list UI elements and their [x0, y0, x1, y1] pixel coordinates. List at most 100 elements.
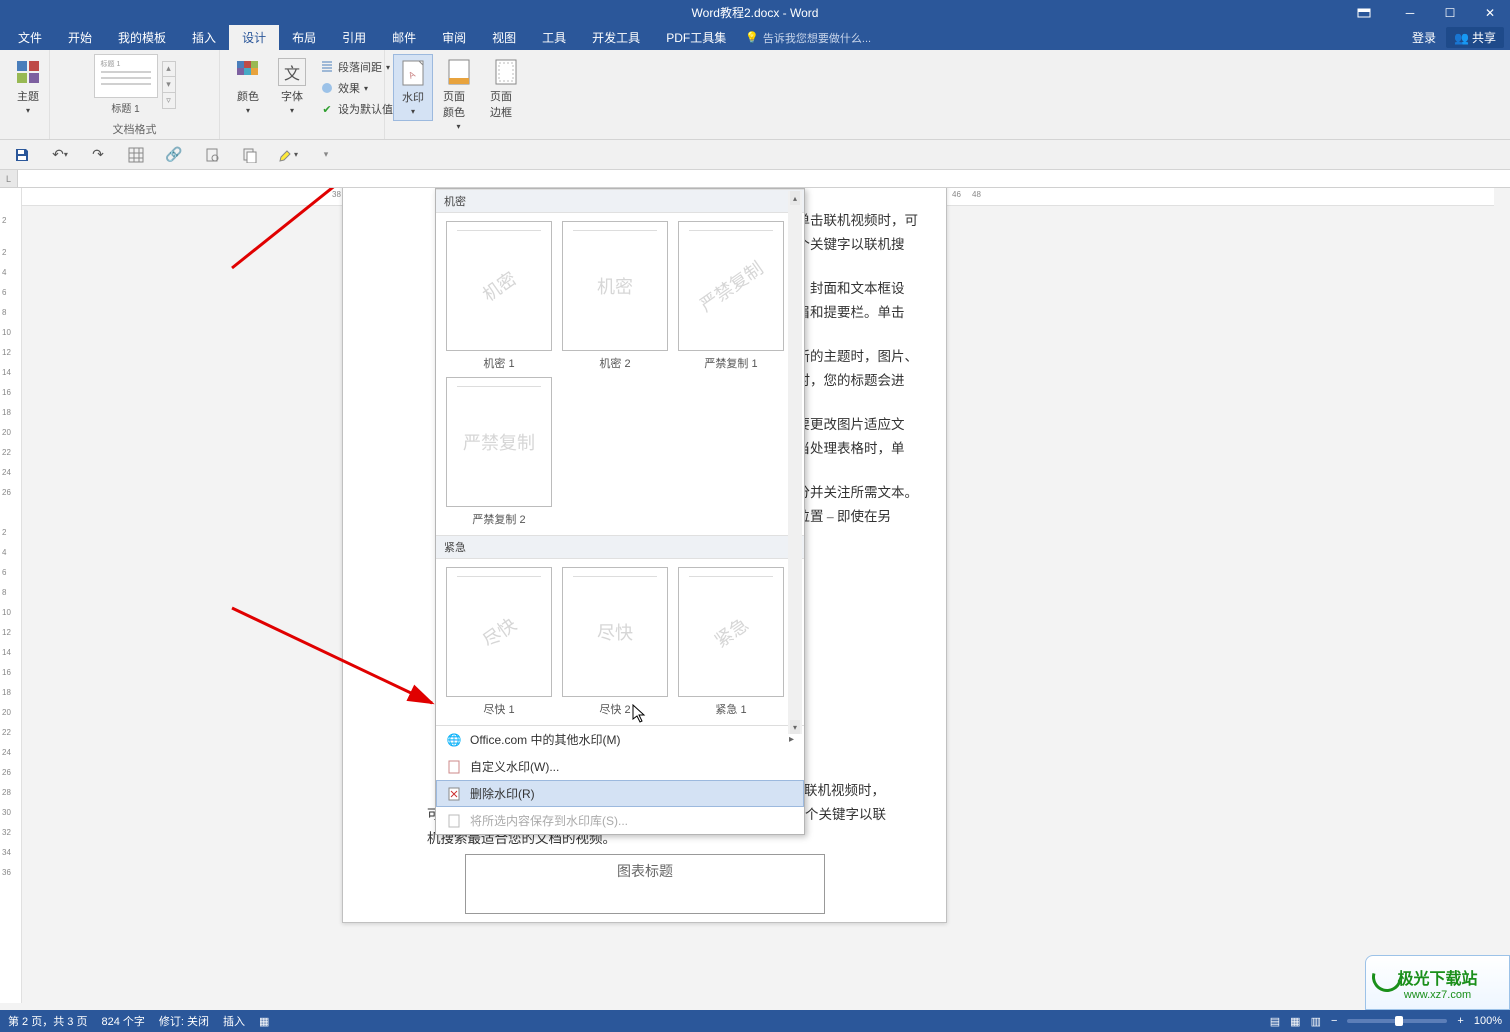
status-words[interactable]: 824 个字 [101, 1013, 144, 1029]
tab-tools[interactable]: 工具 [529, 25, 579, 50]
table-icon[interactable] [126, 145, 146, 165]
link-icon[interactable]: 🔗 [164, 145, 184, 165]
tab-design[interactable]: 设计 [229, 25, 279, 50]
tab-file[interactable]: 文件 [5, 25, 55, 50]
chevron-down-icon: ▾ [456, 122, 460, 131]
wm-option-nocopy-2[interactable]: 严禁复制 严禁复制 2 [444, 377, 554, 527]
tell-me-search[interactable]: 💡 告诉我您想要做什么... [745, 30, 871, 46]
qat-more-icon[interactable]: ▾ [316, 145, 336, 165]
wm-panel-scrollbar[interactable]: ▴ ▾ [788, 191, 802, 734]
ruler-corner: L [0, 170, 1510, 188]
share-button[interactable]: 👥共享 [1446, 27, 1504, 48]
tab-insert[interactable]: 插入 [179, 25, 229, 50]
para-spacing-label: 段落间距 [338, 59, 382, 75]
watermark-dropdown-panel: 机密 机密 机密 1 机密 机密 2 严禁复制 严禁复制 1 严禁复制 严禁复制… [435, 188, 805, 835]
theme-label: 主题 [17, 88, 39, 104]
wm-option-confidential-2[interactable]: 机密 机密 2 [560, 221, 670, 371]
view-read-mode-icon[interactable]: ▦ [1290, 1015, 1300, 1028]
tab-home[interactable]: 开始 [55, 25, 105, 50]
title-bar: Word教程2.docx - Word ─ ☐ ✕ [0, 0, 1510, 25]
page-color-button[interactable]: 页面颜色 ▾ [437, 54, 480, 135]
tell-me-placeholder: 告诉我您想要做什么... [763, 30, 871, 46]
redo-icon[interactable]: ↷ [88, 145, 108, 165]
tab-view[interactable]: 视图 [479, 25, 529, 50]
para-spacing-icon [320, 60, 334, 74]
status-insert[interactable]: 插入 [223, 1013, 245, 1029]
maximize-button[interactable]: ☐ [1430, 0, 1470, 25]
view-print-layout-icon[interactable]: ▤ [1270, 1015, 1280, 1028]
document-area: 2 2 4 6 8 10 12 14 16 18 20 22 24 26 2 4… [0, 188, 1510, 1003]
tab-references[interactable]: 引用 [329, 25, 379, 50]
tab-templates[interactable]: 我的模板 [105, 25, 179, 50]
doc-format-group-label: 文档格式 [58, 119, 211, 137]
status-page[interactable]: 第 2 页，共 3 页 [8, 1013, 87, 1029]
wm-menu-remove[interactable]: 删除水印(R) [436, 780, 804, 807]
close-button[interactable]: ✕ [1470, 0, 1510, 25]
gallery-up-icon[interactable]: ▴ [162, 61, 176, 77]
ribbon-display-options[interactable] [1348, 0, 1380, 25]
save-icon[interactable] [12, 145, 32, 165]
wm-menu-save: 将所选内容保存到水印库(S)... [436, 807, 804, 834]
print-preview-icon[interactable] [202, 145, 222, 165]
view-web-layout-icon[interactable]: ▥ [1311, 1015, 1321, 1028]
zoom-in-icon[interactable]: + [1457, 1015, 1463, 1027]
ribbon: 主题 ▾ 标题 1 标题 1 ▴ ▾ ▿ [0, 50, 1510, 140]
quick-access-toolbar: ↶ ▾ ↷ 🔗 ▾ ▾ [0, 140, 1510, 170]
zoom-slider[interactable] [1347, 1019, 1447, 1023]
effects-icon [320, 81, 334, 95]
minimize-button[interactable]: ─ [1390, 0, 1430, 25]
color-label: 颜色 [237, 88, 259, 104]
chevron-down-icon: ▾ [290, 106, 294, 115]
wm-label: 严禁复制 1 [704, 355, 757, 371]
font-icon: 文 [278, 58, 306, 86]
zoom-out-icon[interactable]: − [1331, 1015, 1337, 1027]
color-button[interactable]: 颜色 ▾ [228, 54, 268, 119]
scroll-down-icon[interactable]: ▾ [790, 720, 800, 734]
wm-option-urgent-1[interactable]: 紧急 紧急 1 [676, 567, 786, 717]
wm-menu-custom[interactable]: 自定义水印(W)... [436, 753, 804, 780]
wm-section-urgent: 紧急 [436, 535, 804, 559]
site-watermark-logo: 极光下载站 www.xz7.com [1365, 955, 1510, 1010]
undo-icon[interactable]: ↶ ▾ [50, 145, 70, 165]
chevron-down-icon: ▾ [26, 106, 30, 115]
save-to-gallery-icon [446, 813, 462, 829]
status-macro-icon[interactable]: ▦ [259, 1015, 269, 1028]
wm-option-confidential-1[interactable]: 机密 机密 1 [444, 221, 554, 371]
menu-bar: 文件 开始 我的模板 插入 设计 布局 引用 邮件 审阅 视图 工具 开发工具 … [0, 25, 1510, 50]
font-button[interactable]: 文 字体 ▾ [272, 54, 312, 119]
gallery-more-icon[interactable]: ▿ [162, 93, 176, 109]
scroll-up-icon[interactable]: ▴ [790, 191, 800, 205]
wm-menu-label: 将所选内容保存到水印库(S)... [470, 812, 628, 829]
document-scroll[interactable]: 38 6 4 2 30 32 34 36 38 40 42 44 46 48 然… [22, 188, 1510, 1003]
wm-label: 尽快 1 [483, 701, 514, 717]
tab-layout[interactable]: 布局 [279, 25, 329, 50]
theme-button[interactable]: 主题 ▾ [8, 54, 48, 119]
ruler-corner-box: L [0, 170, 18, 187]
zoom-level[interactable]: 100% [1474, 1015, 1502, 1027]
login-link[interactable]: 登录 [1412, 29, 1436, 46]
tab-pdf[interactable]: PDF工具集 [653, 25, 739, 50]
copy-icon[interactable] [240, 145, 260, 165]
page-border-button[interactable]: 页面边框 [484, 54, 527, 124]
tab-review[interactable]: 审阅 [429, 25, 479, 50]
doc-format-thumb[interactable]: 标题 1 [94, 54, 158, 98]
wm-menu-office-more[interactable]: 🌐 Office.com 中的其他水印(M) ▸ [436, 726, 804, 753]
status-track[interactable]: 修订: 关闭 [159, 1013, 209, 1029]
wm-option-asap-1[interactable]: 尽快 尽快 1 [444, 567, 554, 717]
watermark-button[interactable]: A 水印 ▾ [393, 54, 433, 121]
color-icon [234, 58, 262, 86]
wm-option-nocopy-1[interactable]: 严禁复制 严禁复制 1 [676, 221, 786, 371]
tab-devtools[interactable]: 开发工具 [579, 25, 653, 50]
wm-option-asap-2[interactable]: 尽快 尽快 2 [560, 567, 670, 717]
tab-mail[interactable]: 邮件 [379, 25, 429, 50]
wm-label: 严禁复制 2 [472, 511, 525, 527]
gallery-down-icon[interactable]: ▾ [162, 77, 176, 93]
document-title: Word教程2.docx - Word [692, 4, 819, 21]
logo-name: 极光下载站 [1397, 965, 1477, 989]
chevron-right-icon: ▸ [789, 734, 794, 745]
lightbulb-icon: 💡 [745, 31, 759, 44]
highlight-icon[interactable]: ▾ [278, 145, 298, 165]
watermark-icon: A [399, 59, 427, 87]
vertical-ruler[interactable]: 2 2 4 6 8 10 12 14 16 18 20 22 24 26 2 4… [0, 188, 22, 1003]
effects-label: 效果 [338, 80, 360, 96]
